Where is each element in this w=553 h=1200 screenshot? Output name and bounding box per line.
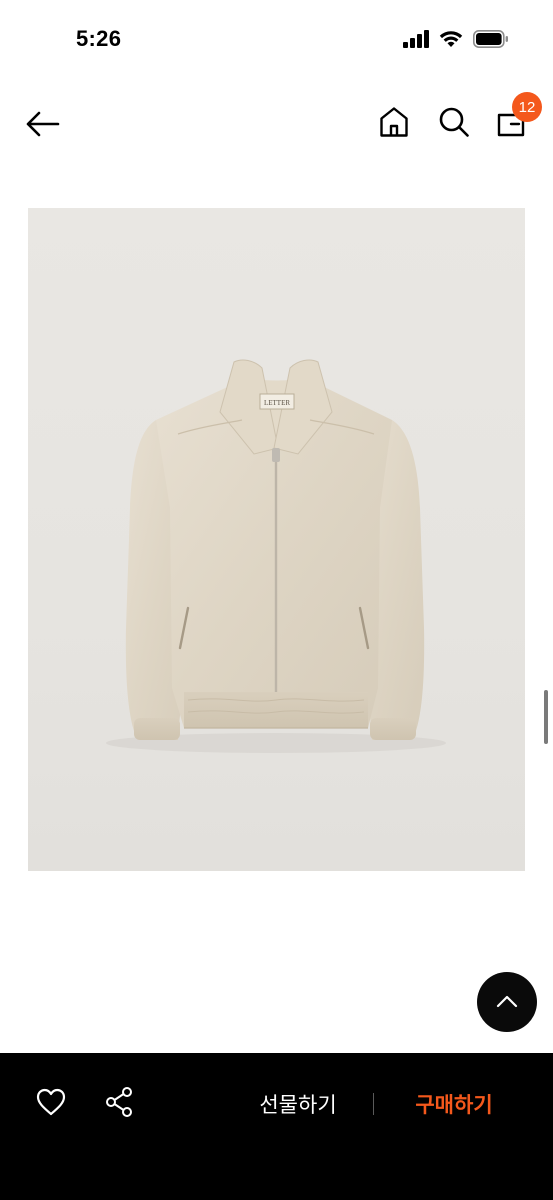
wifi-icon	[439, 30, 463, 52]
top-navigation-bar	[0, 90, 553, 160]
chevron-up-icon	[496, 993, 518, 1012]
status-bar: 5:26	[0, 0, 553, 80]
cellular-signal-icon	[403, 30, 429, 52]
gift-button[interactable]: 선물하기	[236, 1083, 360, 1125]
bottom-action-bar: 선물하기 구매하기	[0, 1053, 553, 1200]
battery-icon	[473, 30, 509, 52]
scroll-to-top-button[interactable]	[477, 972, 537, 1032]
product-image[interactable]: LETTER	[28, 208, 525, 871]
jacket-illustration: LETTER	[106, 359, 446, 753]
home-button[interactable]	[372, 102, 416, 146]
cart-count-badge: 12	[512, 92, 542, 122]
home-icon	[379, 106, 409, 142]
scroll-indicator[interactable]	[544, 690, 548, 744]
share-icon	[104, 1086, 134, 1122]
back-button[interactable]	[20, 104, 64, 148]
status-icons	[403, 30, 509, 52]
wishlist-button[interactable]	[30, 1083, 72, 1125]
arrow-left-icon	[24, 110, 60, 142]
search-button[interactable]	[432, 102, 476, 146]
share-button[interactable]	[98, 1083, 140, 1125]
buy-button[interactable]: 구매하기	[392, 1083, 516, 1125]
jacket-label-text: LETTER	[264, 399, 290, 407]
heart-icon	[36, 1088, 66, 1120]
search-icon	[438, 106, 470, 142]
action-divider	[373, 1093, 374, 1115]
status-time: 5:26	[76, 26, 122, 51]
